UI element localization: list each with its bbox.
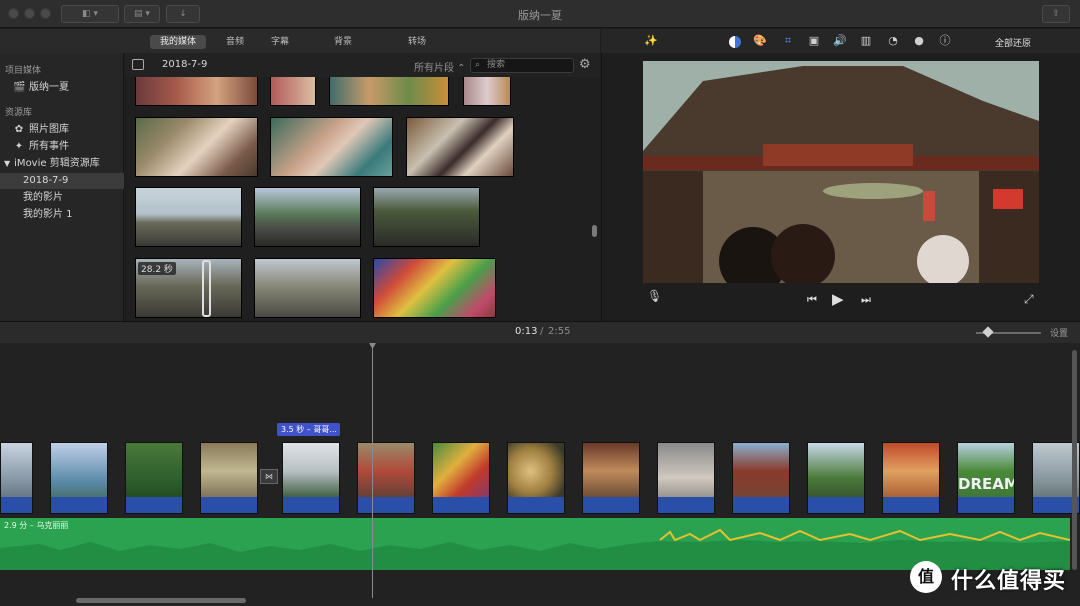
video-preview: [643, 61, 1039, 283]
clip-overlay-text: DREAM: [958, 475, 1015, 493]
clip-thumbnail[interactable]: [270, 77, 316, 106]
clip-thumbnail[interactable]: [463, 77, 511, 106]
equalizer-icon[interactable]: ▥: [859, 34, 873, 48]
microphone-icon[interactable]: 🎙: [647, 289, 662, 303]
timeline-clip[interactable]: [50, 442, 108, 514]
photos-icon: ✿: [14, 124, 24, 135]
info-icon[interactable]: ⓘ: [938, 34, 952, 48]
window-title: 版纳一夏: [518, 9, 562, 22]
title-bar: ◧ ▾ ▤ ▾ ↓ 版纳一夏 ⇧: [0, 0, 1080, 28]
fullscreen-icon[interactable]: ⤢: [1024, 292, 1034, 307]
timeline-header: 0:13 / 2:55 设置: [0, 321, 1080, 343]
play-icon[interactable]: ▶: [832, 290, 844, 308]
timeline-clip[interactable]: [282, 442, 340, 514]
sidebar-item-library[interactable]: ▼ iMovie 剪辑资源库: [0, 156, 124, 172]
disclosure-triangle-icon[interactable]: ▼: [4, 159, 10, 168]
timeline-clip[interactable]: [882, 442, 940, 514]
clip-thumbnail[interactable]: [135, 117, 258, 177]
clip-thumbnail[interactable]: [406, 117, 514, 177]
transition-icon[interactable]: ⋈: [260, 469, 278, 484]
skip-forward-icon[interactable]: ⏭: [861, 293, 871, 307]
timeline-clip[interactable]: [732, 442, 790, 514]
zoom-slider-thumb[interactable]: [982, 326, 994, 338]
event-date: 2018-7-9: [162, 59, 208, 70]
timeline-settings-button[interactable]: 设置: [1050, 326, 1068, 339]
crop-icon[interactable]: ⌗: [781, 34, 795, 48]
color-palette-icon[interactable]: 🎨: [753, 34, 767, 48]
filter-icon[interactable]: ●: [912, 34, 926, 48]
background-audio-track[interactable]: 2.9 分 – 乌克丽丽: [0, 518, 1070, 570]
total-time: 2:55: [548, 326, 571, 337]
sidebar-item-event[interactable]: 2018-7-9: [0, 173, 124, 189]
clip-thumbnail[interactable]: [254, 258, 361, 318]
timeline-clip[interactable]: [200, 442, 258, 514]
clip-filter-select[interactable]: 所有片段 ⌃: [414, 59, 466, 74]
clip-thumbnail[interactable]: [135, 77, 258, 106]
tab-backgrounds[interactable]: 背景: [324, 35, 362, 49]
color-balance-icon[interactable]: [729, 36, 741, 48]
search-icon: ⌕: [475, 60, 481, 70]
media-browser: 28.2 秒: [125, 77, 600, 321]
viewer-toolbar: ✨ 🎨 ⌗ ▣ 🔊 ▥ ◔ ● ⓘ 全部还原: [601, 29, 1080, 53]
clip-duration-label: 28.2 秒: [138, 262, 176, 275]
watermark-text: 什么值得买: [951, 569, 1067, 594]
clip-thumbnail[interactable]: [329, 77, 449, 106]
sidebar-item-my-movie[interactable]: 我的影片: [0, 190, 124, 206]
timeline-clip[interactable]: [432, 442, 490, 514]
clip-thumbnail[interactable]: [373, 187, 480, 247]
clip-thumbnail-selected[interactable]: 28.2 秒: [135, 258, 242, 318]
magic-wand-icon[interactable]: ✨: [644, 34, 658, 48]
sidebar-item-all-events[interactable]: ✦ 所有事件: [0, 139, 124, 155]
search-input[interactable]: ⌕ 搜索: [470, 58, 574, 73]
libraries-header: 资源库: [5, 108, 33, 118]
timeline-vertical-scrollbar[interactable]: [1072, 350, 1077, 570]
timeline-clip[interactable]: [0, 442, 33, 514]
project-media-header: 项目媒体: [5, 66, 42, 76]
star-icon: ✦: [14, 141, 24, 152]
audio-waveform: [0, 528, 1070, 570]
media-tabs: 我的媒体 音频 字幕 背景 转场: [0, 29, 600, 53]
volume-icon[interactable]: 🔊: [833, 34, 847, 48]
gear-icon[interactable]: ⚙: [579, 58, 593, 72]
timeline-clip[interactable]: [125, 442, 183, 514]
clip-thumbnail[interactable]: [254, 187, 361, 247]
library-sidebar: 项目媒体 🎬 版纳一夏 资源库 ✿ 照片图库 ✦ 所有事件 ▼ iMovie 剪辑资源库…: [0, 53, 124, 321]
sidebar-item-project[interactable]: 🎬 版纳一夏: [0, 80, 124, 96]
timeline-clip[interactable]: DREAM: [957, 442, 1015, 514]
speed-icon[interactable]: ◔: [886, 34, 900, 48]
clip-thumbnail[interactable]: [373, 258, 496, 318]
timeline-clip[interactable]: [582, 442, 640, 514]
current-time: 0:13: [515, 326, 538, 337]
timeline-clip[interactable]: [507, 442, 565, 514]
timeline-clip[interactable]: [357, 442, 415, 514]
clip-thumbnail[interactable]: [270, 117, 393, 177]
share-button[interactable]: ⇧: [1042, 5, 1070, 23]
tab-titles[interactable]: 字幕: [261, 35, 299, 49]
playhead[interactable]: [372, 343, 373, 598]
timeline-clip[interactable]: [807, 442, 865, 514]
sidebar-item-photos[interactable]: ✿ 照片图库: [0, 122, 124, 138]
timeline-horizontal-scrollbar[interactable]: [76, 598, 246, 603]
skip-back-icon[interactable]: ⏮: [807, 293, 817, 307]
site-logo: 值: [910, 561, 942, 593]
clip-selection-handle[interactable]: [202, 260, 211, 317]
sidebar-toggle-icon[interactable]: [132, 59, 144, 70]
clapper-icon: 🎬: [13, 82, 26, 93]
tab-audio[interactable]: 音频: [216, 35, 254, 49]
reset-all-button[interactable]: 全部还原: [995, 36, 1031, 49]
tab-my-media[interactable]: 我的媒体: [150, 35, 207, 49]
browser-scrollbar[interactable]: [592, 225, 597, 237]
time-separator: /: [540, 326, 544, 337]
stabilization-icon[interactable]: ▣: [807, 34, 821, 48]
sidebar-item-my-movie-1[interactable]: 我的影片 1: [0, 207, 124, 223]
video-frame: [643, 61, 1039, 283]
tab-transitions[interactable]: 转场: [398, 35, 436, 49]
timeline-clip[interactable]: [657, 442, 715, 514]
clip-title-label[interactable]: 3.5 秒 – 哥哥...: [277, 423, 340, 436]
clip-thumbnail[interactable]: [135, 187, 242, 247]
